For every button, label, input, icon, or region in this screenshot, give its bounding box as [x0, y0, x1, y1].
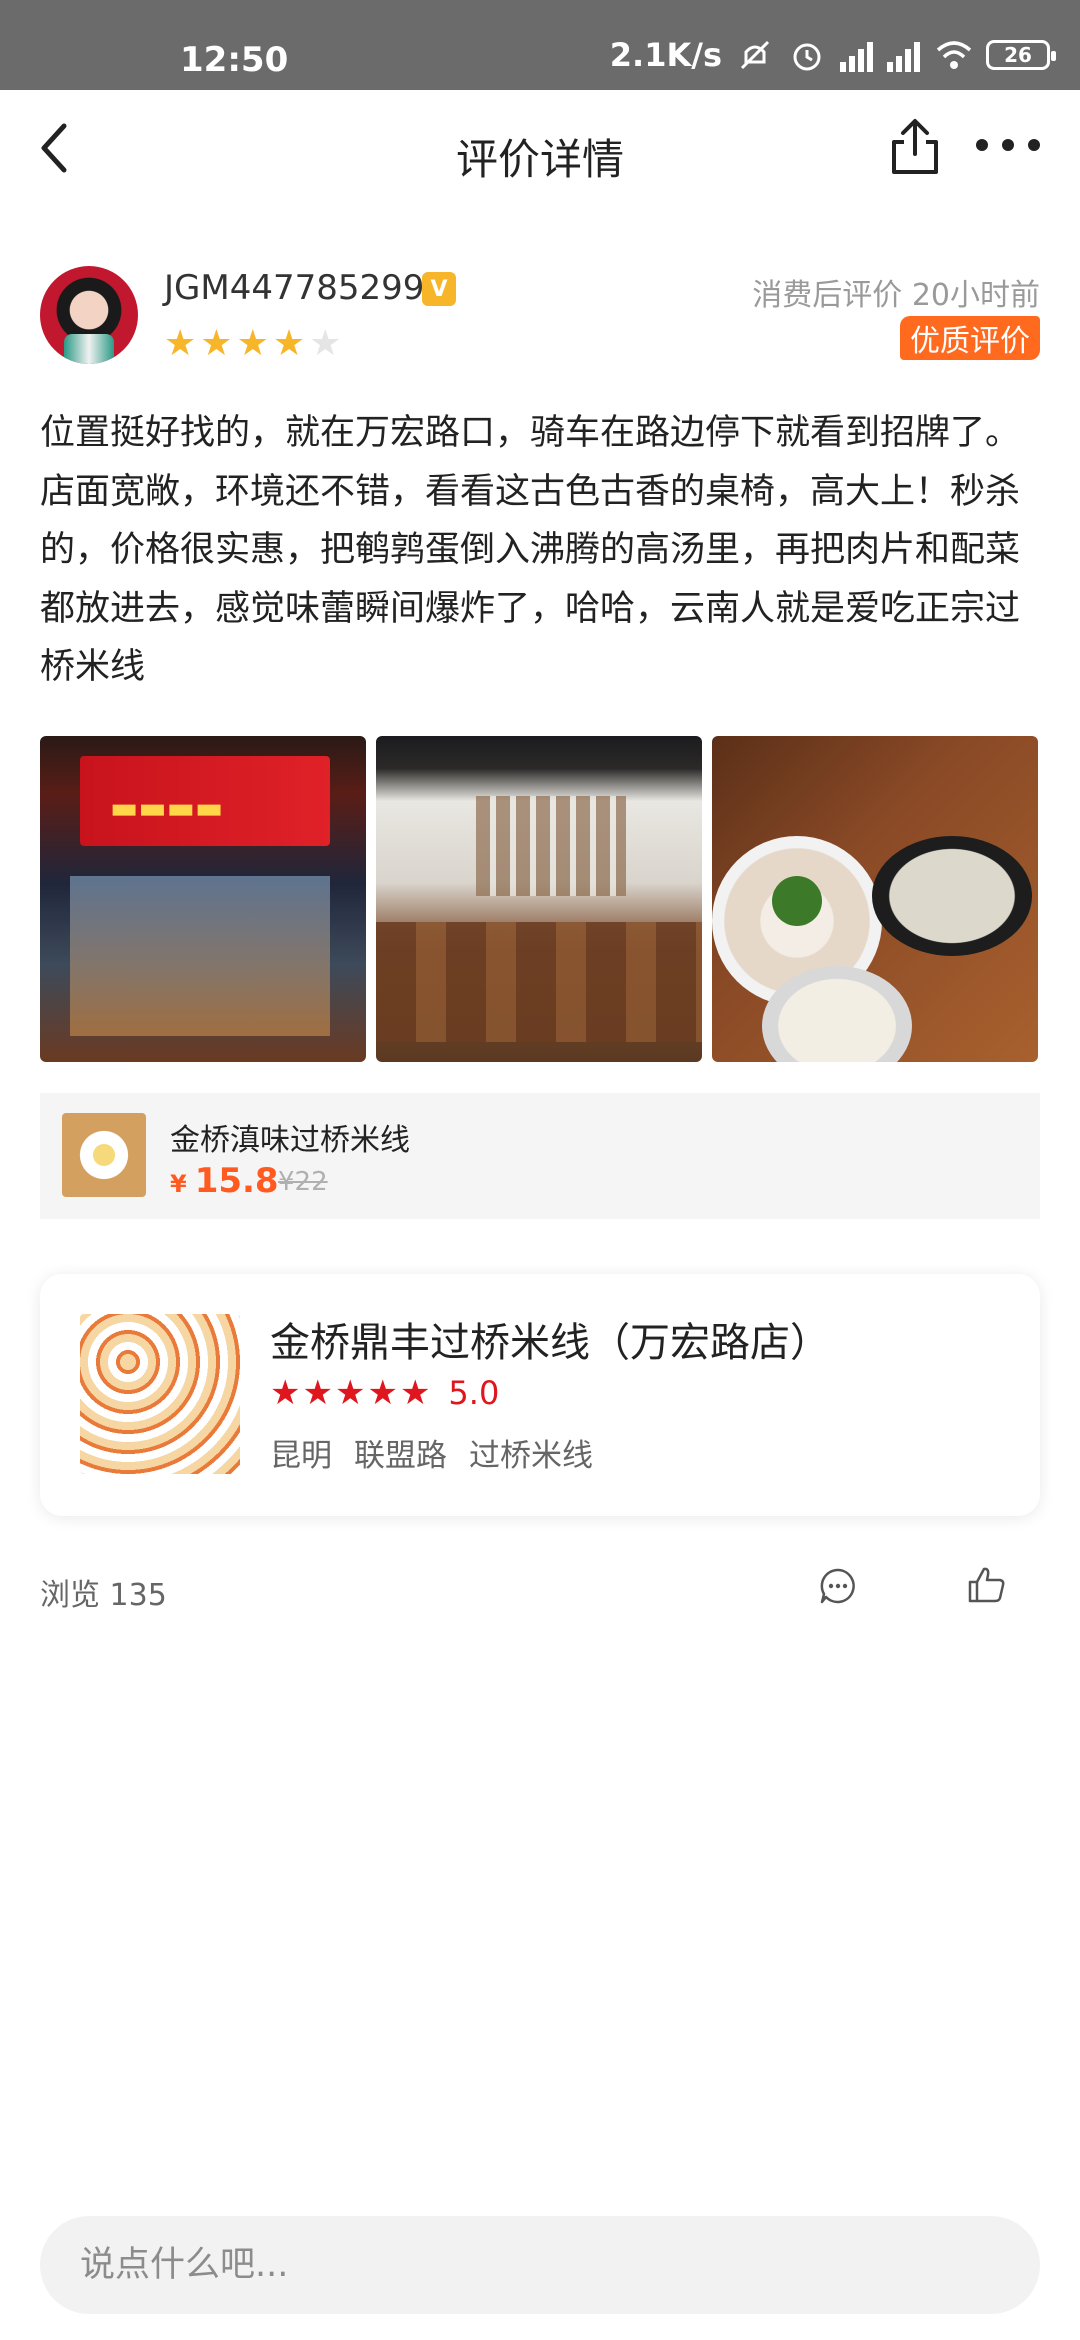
review-meta: 消费后评价 20小时前	[752, 278, 1040, 313]
share-button[interactable]	[888, 116, 942, 178]
avatar-detail	[64, 334, 114, 364]
photo-storefront[interactable]: ▬▬▬▬	[40, 736, 366, 1062]
view-count: 浏览 135	[40, 1578, 167, 1613]
review-text: 位置挺好找的，就在万宏路口，骑车在路边停下就看到招牌了。店面宽敞，环境还不错，看…	[40, 413, 1021, 687]
status-icons: 2.1K/s 26	[609, 36, 1056, 74]
star-icon: ★	[367, 1373, 398, 1413]
battery-icon: 26	[986, 40, 1056, 70]
signal-icon	[840, 38, 873, 72]
more-icon-dot	[1028, 139, 1040, 151]
vip-badge-icon: V	[422, 272, 456, 306]
dish-price: ¥ 15.8	[170, 1161, 279, 1201]
comment-button[interactable]	[818, 1566, 858, 1606]
dish-name: 金桥滇味过桥米线	[170, 1123, 410, 1158]
currency-symbol: ¥	[170, 1170, 187, 1198]
comment-input[interactable]	[40, 2216, 1040, 2314]
star-icon: ★	[164, 323, 197, 364]
wifi-icon	[934, 36, 972, 74]
alarm-icon	[788, 36, 826, 74]
avatar[interactable]	[40, 266, 138, 364]
shop-card[interactable]: 金桥鼎丰过桥米线（万宏路店） ★ ★ ★ ★ ★ 5.0 昆明 联盟路 过桥米线	[40, 1274, 1040, 1516]
thumbs-up-icon	[968, 1567, 1005, 1603]
dish-original-price: ¥22	[278, 1167, 328, 1197]
battery-level: 26	[1004, 43, 1032, 67]
shop-score: 5.0	[448, 1374, 500, 1412]
comment-icon	[820, 1568, 855, 1604]
top-nav: 评价详情	[0, 90, 1080, 210]
more-icon-dot	[976, 139, 988, 151]
star-icon: ★	[270, 1373, 301, 1413]
shop-tag-category: 过桥米线	[469, 1438, 593, 1474]
network-speed: 2.1K/s	[609, 36, 722, 74]
user-rating-stars: ★ ★ ★ ★ ★	[164, 326, 341, 362]
share-icon	[892, 119, 938, 174]
shop-tag-city: 昆明	[270, 1438, 332, 1474]
username[interactable]: JGM447785299	[164, 268, 424, 308]
shop-tags: 昆明 联盟路 过桥米线	[270, 1430, 593, 1475]
signal-icon	[887, 38, 920, 72]
shop-rating: ★ ★ ★ ★ ★ 5.0	[270, 1374, 499, 1412]
status-time: 12:50	[180, 40, 289, 80]
status-bar: 12:50 2.1K/s 26	[0, 0, 1080, 90]
shop-thumbnail	[80, 1314, 240, 1474]
star-icon: ★	[236, 323, 269, 364]
star-icon: ★	[309, 323, 342, 364]
photo-interior[interactable]	[376, 736, 702, 1062]
photo-dish[interactable]	[712, 736, 1038, 1062]
shop-tag-area: 联盟路	[354, 1438, 447, 1474]
dish-thumbnail	[62, 1113, 146, 1197]
quality-badge: 优质评价	[900, 316, 1040, 360]
shop-name: 金桥鼎丰过桥米线（万宏路店）	[270, 1320, 830, 1366]
star-icon: ★	[302, 1373, 333, 1413]
like-button[interactable]	[966, 1564, 1008, 1606]
more-button[interactable]	[976, 130, 1040, 160]
shop-rating-stars: ★ ★ ★ ★ ★	[270, 1376, 430, 1410]
star-icon: ★	[272, 323, 306, 364]
dish-price-value: 15.8	[194, 1161, 279, 1201]
star-icon: ★	[334, 1373, 366, 1413]
mute-icon	[736, 36, 774, 74]
dish-card[interactable]: 金桥滇味过桥米线 ¥ 15.8 ¥22	[40, 1093, 1040, 1219]
more-icon-dot	[1002, 139, 1014, 151]
star-icon: ★	[200, 323, 233, 364]
photo-gallery: ▬▬▬▬	[40, 736, 1040, 1064]
star-icon: ★	[399, 1373, 431, 1413]
